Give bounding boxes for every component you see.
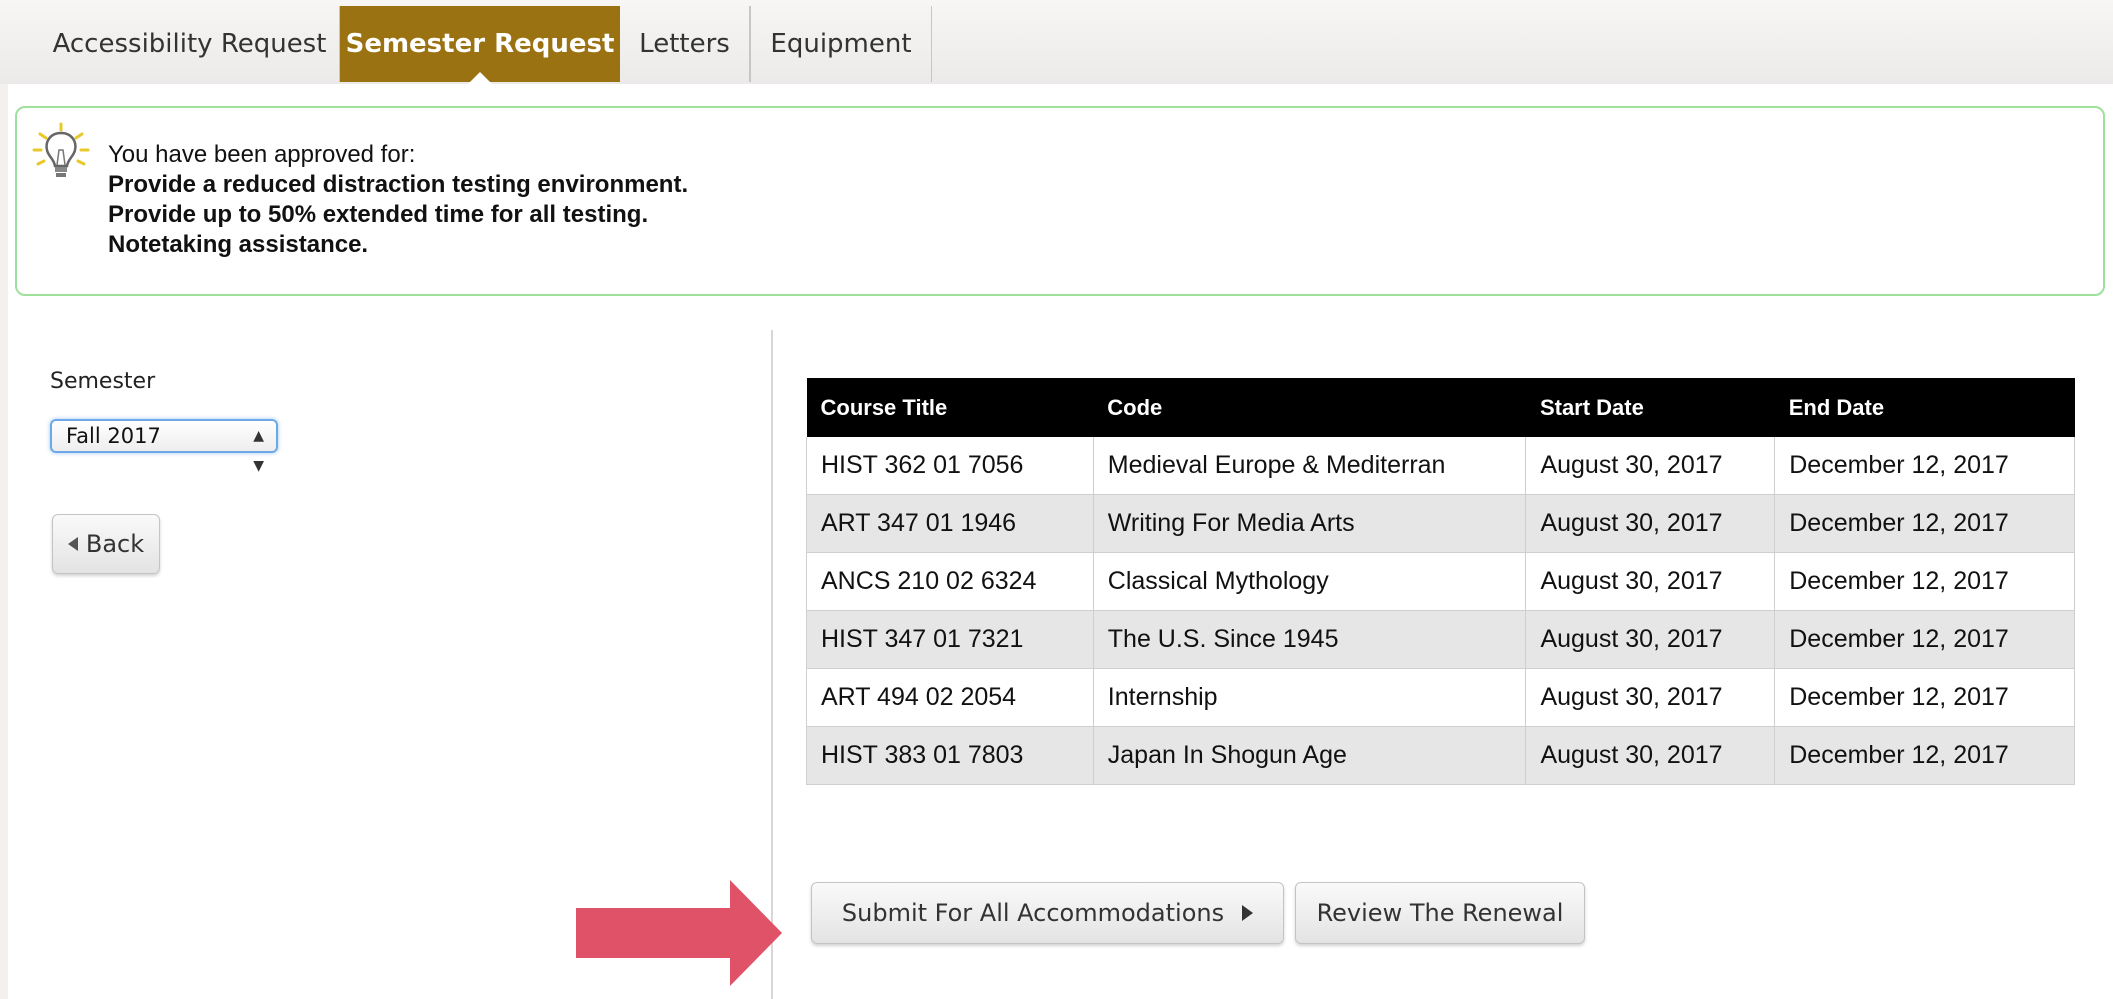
cell-course-title: ART 494 02 2054 <box>806 668 1094 727</box>
cell-code: The U.S. Since 1945 <box>1092 610 1527 669</box>
lightbulb-icon <box>32 122 90 177</box>
submit-all-accommodations-button[interactable]: Submit For All Accommodations <box>811 882 1284 944</box>
cell-end-date: December 12, 2017 <box>1774 610 2075 669</box>
cell-start-date: August 30, 2017 <box>1525 552 1776 611</box>
triangle-left-icon <box>67 537 78 551</box>
cell-start-date: August 30, 2017 <box>1525 437 1776 495</box>
table-row: ART 347 01 1946 Writing For Media Arts A… <box>806 494 2075 553</box>
accommodation-item: Notetaking assistance. <box>108 231 369 258</box>
table-row: HIST 362 01 7056 Medieval Europe & Medit… <box>806 437 2075 495</box>
table-row: HIST 347 01 7321 The U.S. Since 1945 Aug… <box>806 610 2075 669</box>
cell-code: Japan In Shogun Age <box>1092 726 1527 785</box>
semester-select[interactable]: Fall 2017 ▲ ▼ <box>50 419 278 474</box>
accommodation-item: Provide up to 50% extended time for all … <box>108 201 649 228</box>
cell-code: Writing For Media Arts <box>1092 494 1527 553</box>
cell-code: Medieval Europe & Mediterran <box>1092 437 1527 495</box>
semester-label: Semester <box>50 369 156 394</box>
table-row: ANCS 210 02 6324 Classical Mythology Aug… <box>806 552 2075 611</box>
cell-course-title: ANCS 210 02 6324 <box>806 552 1094 611</box>
cell-course-title: ART 347 01 1946 <box>806 494 1094 553</box>
back-label: Back <box>85 530 145 558</box>
cell-course-title: HIST 383 01 7803 <box>806 726 1094 785</box>
column-header-end-date: End Date <box>1774 378 2075 437</box>
cell-end-date: December 12, 2017 <box>1774 437 2075 495</box>
approval-text: You have been approved for: Provide a re… <box>108 140 688 260</box>
cell-start-date: August 30, 2017 <box>1525 726 1776 785</box>
table-row: HIST 383 01 7803 Japan In Shogun Age Aug… <box>806 726 2075 785</box>
cell-start-date: August 30, 2017 <box>1525 494 1776 553</box>
cell-start-date: August 30, 2017 <box>1525 610 1776 669</box>
cell-start-date: August 30, 2017 <box>1525 668 1776 727</box>
review-renewal-button[interactable]: Review The Renewal <box>1295 882 1585 944</box>
cell-code: Classical Mythology <box>1092 552 1527 611</box>
select-arrows-icon: ▲ ▼ <box>253 428 264 474</box>
cell-course-title: HIST 347 01 7321 <box>806 610 1094 669</box>
review-label: Review The Renewal <box>1316 899 1564 927</box>
cell-end-date: December 12, 2017 <box>1774 668 2075 727</box>
cell-end-date: December 12, 2017 <box>1774 552 2075 611</box>
table-row: ART 494 02 2054 Internship August 30, 20… <box>806 668 2075 727</box>
column-header-code: Code <box>1093 378 1526 437</box>
cell-code: Internship <box>1092 668 1527 727</box>
tab-accessibility-request[interactable]: Accessibility Request <box>40 6 340 82</box>
cell-end-date: December 12, 2017 <box>1774 726 2075 785</box>
triangle-right-icon <box>1242 905 1254 921</box>
cell-end-date: December 12, 2017 <box>1774 494 2075 553</box>
tab-bar: Accessibility Request Semester Request L… <box>0 0 2113 84</box>
column-header-start-date: Start Date <box>1525 378 1775 437</box>
courses-table: Course Title Code Start Date End Date HI… <box>806 378 2075 785</box>
table-header-row: Course Title Code Start Date End Date <box>806 378 2075 437</box>
column-header-course-title: Course Title <box>806 378 1094 437</box>
tab-letters[interactable]: Letters <box>620 6 750 82</box>
pointer-arrow-icon <box>576 880 782 986</box>
semester-selected-value: Fall 2017 <box>66 424 161 448</box>
cell-course-title: HIST 362 01 7056 <box>806 437 1094 495</box>
submit-label: Submit For All Accommodations <box>841 899 1225 927</box>
tab-semester-request[interactable]: Semester Request <box>340 6 620 84</box>
accommodation-item: Provide a reduced distraction testing en… <box>108 171 689 198</box>
back-button[interactable]: Back <box>52 514 160 574</box>
approval-intro: You have been approved for: <box>108 141 416 168</box>
tab-equipment[interactable]: Equipment <box>750 6 932 82</box>
